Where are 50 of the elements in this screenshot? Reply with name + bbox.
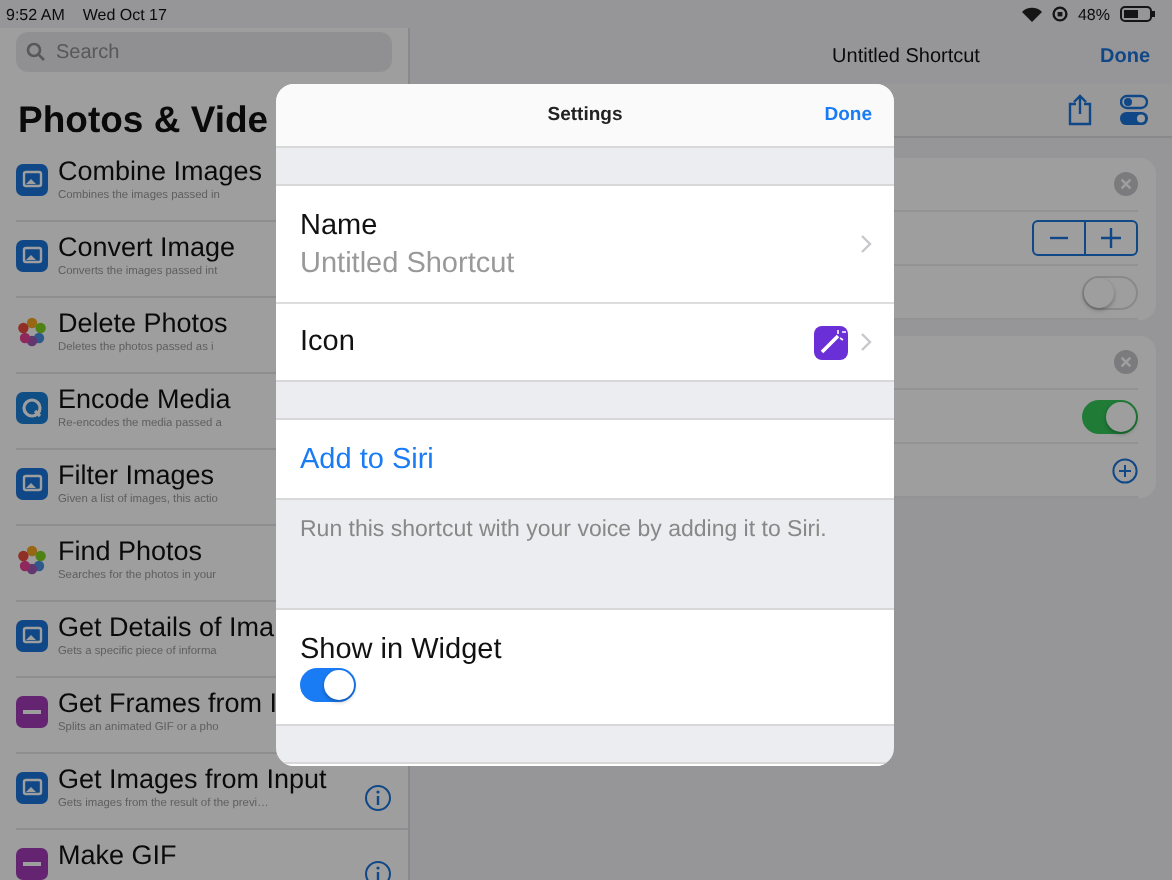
info-icon[interactable] [364,784,392,812]
done-button[interactable]: Done [824,104,872,126]
image-action-icon [16,620,48,652]
toggle-switch[interactable] [1082,275,1138,309]
sheet-title: Settings [547,104,623,126]
action-title[interactable]: Filter Images [58,460,215,490]
chevron-icon [860,234,872,254]
name-value: Untitled Shortcut [300,247,517,279]
icon-row[interactable]: Icon [276,304,894,382]
image-action-icon [16,772,48,804]
battery-icon [1120,6,1156,22]
action-title[interactable]: Convert Image [58,232,236,262]
share-icon[interactable] [1068,94,1092,126]
chevron-icon [860,332,872,352]
name-label: Name [300,209,380,241]
battery-percent: 48% [1077,5,1110,23]
settings-toggle-icon[interactable] [1120,94,1148,126]
widget-label: Show in Widget [300,633,502,665]
add-icon[interactable] [1112,457,1138,483]
flower-icon [16,316,48,348]
action-title[interactable]: Delete Photos [58,308,228,338]
media-action-icon [16,392,48,424]
action-title[interactable]: Get Images from Input [58,764,327,794]
action-title[interactable]: Get Frames from I [58,688,278,718]
rotation-lock-icon [1051,6,1068,22]
search-icon [26,42,46,62]
toggle-switch[interactable] [300,667,356,701]
status-time: 9:52 AM [6,5,65,23]
siri-footnote: Run this shortcut with your voice by adding it to Siri. [300,518,827,542]
magic-wand-icon [814,325,848,359]
add-to-siri-link[interactable]: Add to Siri [300,443,434,475]
wifi-icon [1021,6,1042,22]
action-title[interactable]: Encode Media [58,384,231,414]
action-title[interactable]: Combine Images [58,156,263,186]
stepper[interactable] [1032,220,1138,256]
image-action-icon [16,164,48,196]
action-title[interactable]: Make GIF [58,840,177,870]
toggle-switch[interactable] [1082,399,1138,433]
image-action-icon [16,240,48,272]
flower-icon [16,544,48,576]
name-row[interactable]: Name Untitled Shortcut [276,186,894,304]
info-icon[interactable] [364,860,392,880]
section-heading: Photos & Vide [18,98,271,142]
icon-label: Icon [300,326,355,358]
action-title[interactable]: Get Details of Ima [58,612,275,642]
shortcut-title: Untitled Shortcut [832,45,980,67]
status-date: Wed Oct 17 [82,5,167,23]
image-action-icon [16,468,48,500]
gif-action-icon [16,696,48,728]
action-title[interactable]: Find Photos [58,536,203,566]
